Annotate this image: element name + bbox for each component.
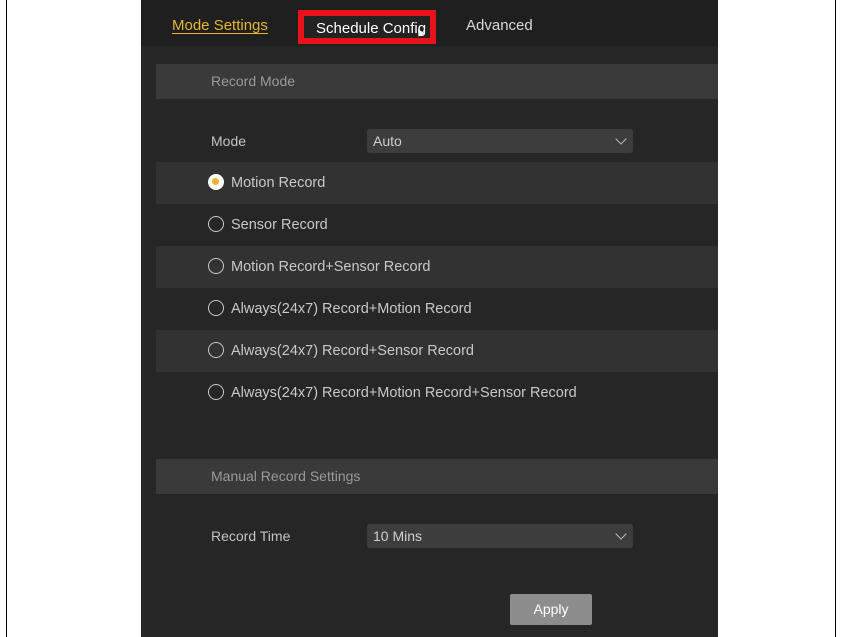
option-label-sensor-record[interactable]: Sensor Record [231,204,328,246]
record-mode-header: Record Mode [156,64,718,99]
tab-mode-settings-label: Mode Settings [172,17,268,34]
option-label-always-motion-record[interactable]: Always(24x7) Record+Motion Record [231,288,472,330]
record-time-label: Record Time [211,528,291,544]
tab-schedule-config-highlight: Schedule Config [304,16,430,39]
record-time-select[interactable]: 10 Mins [367,524,633,548]
radio-always-motion-sensor-record[interactable] [208,384,224,400]
radio-motion-sensor-record[interactable] [208,258,224,274]
option-label-motion-record[interactable]: Motion Record [231,162,325,204]
option-label-always-sensor-record[interactable]: Always(24x7) Record+Sensor Record [231,330,474,372]
option-row-sensor-record: Sensor Record [156,204,718,246]
chevron-down-icon [615,133,627,145]
tab-advanced[interactable]: Advanced [466,0,533,46]
option-row-always-motion-record: Always(24x7) Record+Motion Record [156,288,718,330]
mode-label: Mode [211,133,247,149]
mode-select-value: Auto [373,133,402,149]
option-row-motion-record: Motion Record [156,162,718,204]
tab-schedule-config[interactable]: Schedule Config [298,10,436,44]
option-row-always-sensor-record: Always(24x7) Record+Sensor Record [156,330,718,372]
apply-button[interactable]: Apply [510,594,592,625]
record-time-select-value: 10 Mins [373,528,423,544]
mode-select[interactable]: Auto [367,129,633,153]
radio-always-motion-record[interactable] [208,300,224,316]
option-row-always-motion-sensor-record: Always(24x7) Record+Motion Record+Sensor… [156,372,718,414]
option-row-motion-sensor-record: Motion Record+Sensor Record [156,246,718,288]
tab-schedule-config-label: Schedule Config [316,20,427,37]
tab-mode-settings[interactable]: Mode Settings [172,0,268,46]
tab-advanced-label: Advanced [466,17,533,34]
frame-border-left [6,0,7,637]
radio-always-sensor-record[interactable] [208,342,224,358]
chevron-down-icon [615,528,627,540]
radio-motion-record[interactable] [208,174,224,190]
option-label-always-motion-sensor-record[interactable]: Always(24x7) Record+Motion Record+Sensor… [231,372,577,414]
manual-record-settings-header: Manual Record Settings [156,459,718,494]
tab-bar: Mode Settings Schedule Config Advanced [141,0,718,46]
record-settings-panel: Mode Settings Schedule Config Advanced R… [141,0,718,637]
radio-sensor-record[interactable] [208,216,224,232]
frame-border-right [835,0,836,637]
option-label-motion-sensor-record[interactable]: Motion Record+Sensor Record [231,246,430,288]
